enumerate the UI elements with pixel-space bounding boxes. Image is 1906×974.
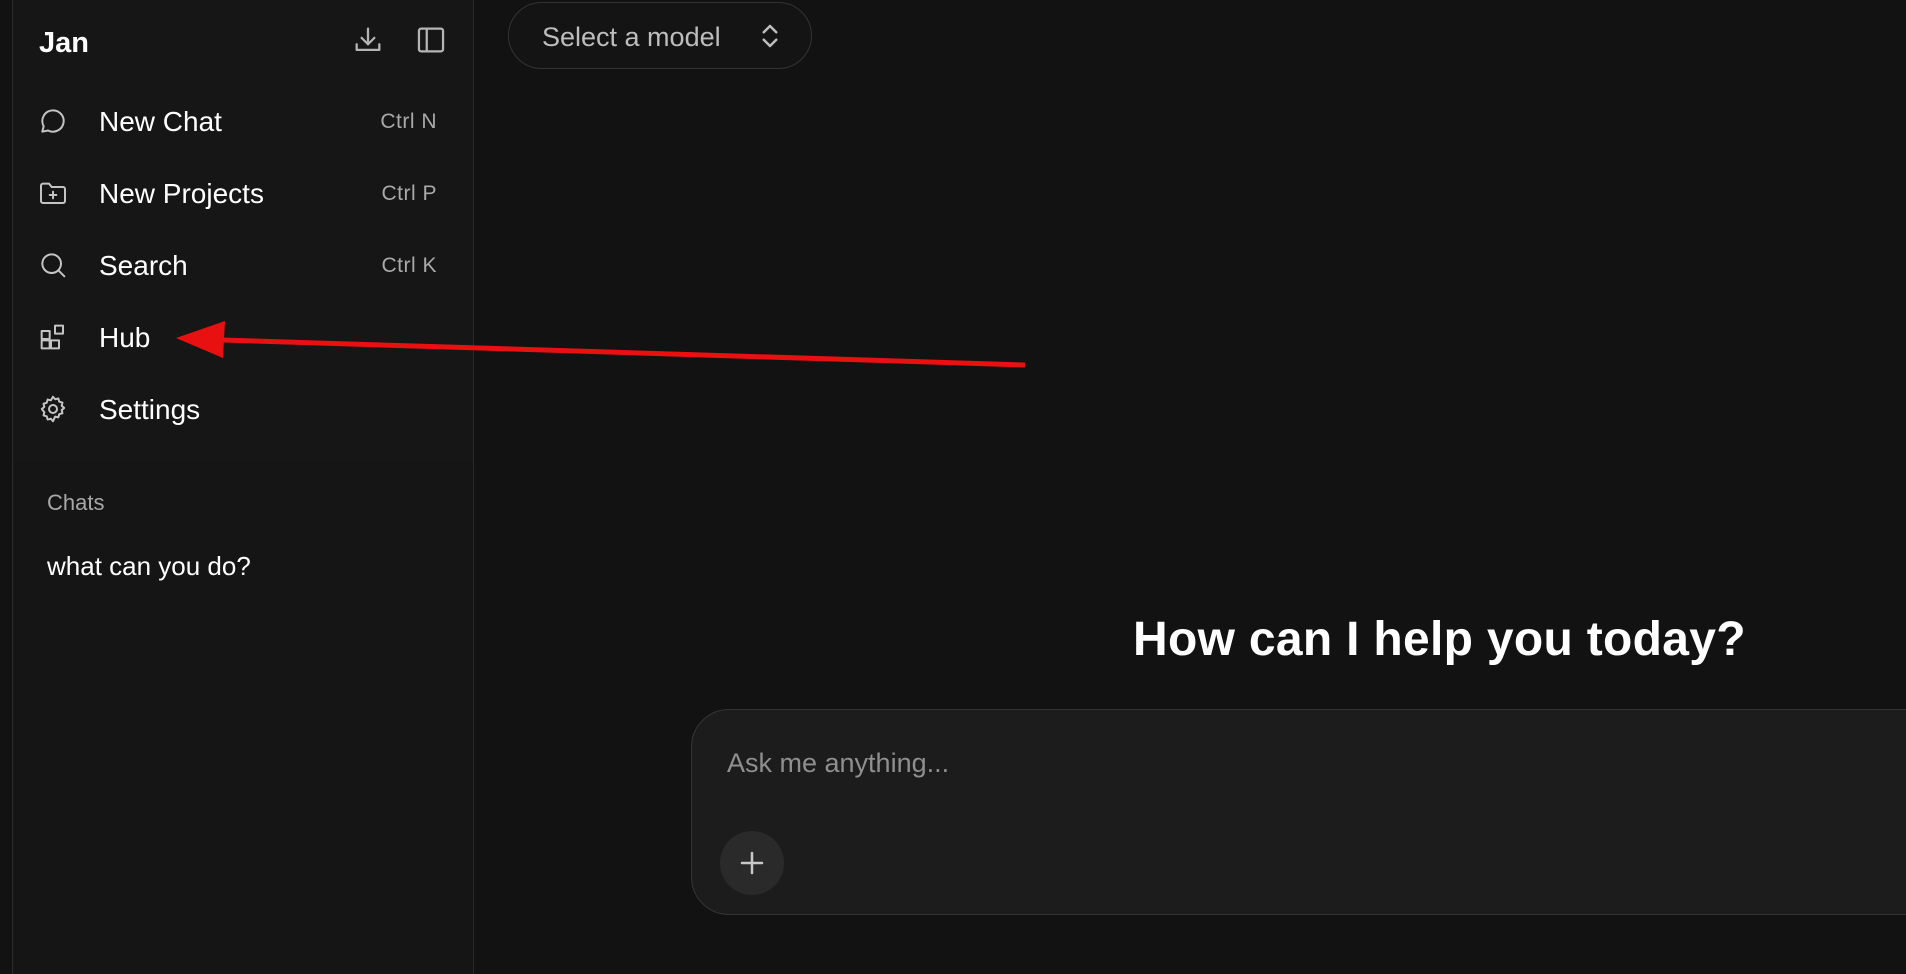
gear-icon <box>37 393 69 425</box>
folder-plus-icon <box>37 177 69 209</box>
sidebar-item-label: New Chat <box>99 106 222 137</box>
keyboard-shortcut: Ctrl K <box>381 254 437 277</box>
hub-grid-icon <box>37 321 69 353</box>
chats-section-title: Chats <box>47 490 105 515</box>
sidebar: Jan New Chat Ctrl N New Projects Ctrl P … <box>12 0 474 974</box>
chat-history-item[interactable]: what can you do? <box>47 551 251 582</box>
keyboard-shortcut: Ctrl P <box>381 182 437 205</box>
sidebar-item-label: Settings <box>99 394 201 425</box>
welcome-heading: How can I help you today? <box>1133 613 1746 666</box>
plus-icon <box>740 851 764 875</box>
chevron-up-down-icon <box>762 24 778 48</box>
add-attachment-button[interactable] <box>720 831 784 895</box>
sidebar-item-label: Hub <box>99 322 151 353</box>
chat-input[interactable] <box>725 742 1729 784</box>
sidebar-item-label: New Projects <box>99 178 264 209</box>
sidebar-item-new-projects[interactable]: New Projects Ctrl P <box>37 166 457 222</box>
sidebar-toggle-icon[interactable] <box>414 23 448 57</box>
search-icon <box>37 249 69 281</box>
sidebar-item-label: Search <box>99 250 188 281</box>
model-selector-label: Select a model <box>542 22 721 52</box>
model-selector[interactable]: Select a model <box>508 2 812 69</box>
sidebar-item-settings[interactable]: Settings <box>37 382 457 438</box>
chat-bubble-icon <box>37 105 69 137</box>
app-brand: Jan <box>39 27 89 59</box>
sidebar-item-search[interactable]: Search Ctrl K <box>37 238 457 294</box>
sidebar-item-new-chat[interactable]: New Chat Ctrl N <box>37 94 457 150</box>
app-window: Jan New Chat Ctrl N New Projects Ctrl P … <box>0 0 1906 974</box>
sidebar-item-hub[interactable]: Hub <box>37 310 457 366</box>
chat-input-box <box>691 709 1906 915</box>
download-icon[interactable] <box>351 23 385 57</box>
keyboard-shortcut: Ctrl N <box>380 110 437 133</box>
